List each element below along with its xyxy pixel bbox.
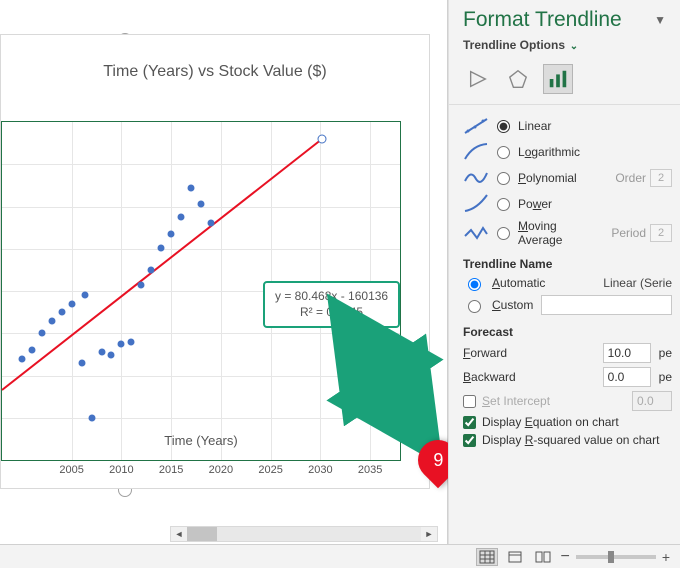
poly-order-input: 2 xyxy=(650,169,672,187)
view-page-layout-icon[interactable] xyxy=(504,548,526,566)
view-normal-icon[interactable] xyxy=(476,548,498,566)
x-tick: 2010 xyxy=(109,464,133,476)
format-trendline-pane: Format Trendline ▼ Trendline Options ⌄ L… xyxy=(448,0,680,568)
display-r-squared-checkbox[interactable]: Display R-squared value on chart xyxy=(463,433,672,447)
pane-dropdown-icon[interactable]: ▼ xyxy=(654,13,666,27)
zoom-in-button[interactable]: + xyxy=(662,549,670,565)
x-tick: 2015 xyxy=(159,464,183,476)
custom-name-input[interactable] xyxy=(541,295,672,315)
trend-type-moving-average[interactable]: MovingAverage Period2 xyxy=(463,219,672,247)
x-tick: 2035 xyxy=(358,464,382,476)
pane-subtitle[interactable]: Trendline Options ⌄ xyxy=(449,36,680,60)
effects-tab-icon[interactable] xyxy=(503,64,533,94)
view-page-break-icon[interactable] xyxy=(532,548,554,566)
chart-object[interactable]: Time (Years) vs Stock Value ($) xyxy=(0,34,430,489)
trend-type-polynomial[interactable]: Polynomial Order2 xyxy=(463,167,672,189)
status-bar: − + xyxy=(0,544,680,568)
forecast-heading: Forecast xyxy=(463,325,672,339)
scroll-left-icon[interactable]: ◄ xyxy=(171,527,187,541)
x-tick: 2020 xyxy=(209,464,233,476)
zoom-slider[interactable] xyxy=(576,555,656,559)
pane-title: Format Trendline xyxy=(463,8,622,32)
chart-title[interactable]: Time (Years) vs Stock Value ($) xyxy=(1,63,429,81)
forecast-forward-input[interactable]: 10.0 xyxy=(603,343,651,363)
trend-type-linear[interactable]: Linear xyxy=(463,115,672,137)
zoom-out-button[interactable]: − xyxy=(560,548,569,566)
worksheet-area: Time (Years) vs Stock Value ($) xyxy=(0,0,448,568)
trendline-options-tab-icon[interactable] xyxy=(543,64,573,94)
trend-type-logarithmic[interactable]: Logarithmic xyxy=(463,141,672,163)
scroll-right-icon[interactable]: ► xyxy=(421,527,437,541)
set-intercept-row[interactable]: Set Intercept 0.0 xyxy=(463,391,672,411)
display-equation-checkbox[interactable]: Display Equation on chart xyxy=(463,415,672,429)
fill-line-tab-icon[interactable] xyxy=(463,64,493,94)
mavg-period-input: 2 xyxy=(650,224,672,242)
trendline-name-automatic[interactable]: Automatic Linear (Serie xyxy=(463,275,672,291)
x-tick: 2025 xyxy=(258,464,282,476)
trendline-equation-label[interactable]: y = 80.468x - 160136 R² = 0.6945 xyxy=(263,281,400,328)
x-axis-title[interactable]: Time (Years) xyxy=(1,433,401,448)
trendline-name-custom[interactable]: Custom xyxy=(463,295,672,315)
set-intercept-input: 0.0 xyxy=(632,391,672,411)
x-tick: 2005 xyxy=(59,464,83,476)
sheet-horizontal-scrollbar[interactable]: ◄ ► xyxy=(170,526,438,542)
forecast-backward-input[interactable]: 0.0 xyxy=(603,367,651,387)
trend-type-power[interactable]: Power xyxy=(463,193,672,215)
x-tick: 2030 xyxy=(308,464,332,476)
trendline-name-heading: Trendline Name xyxy=(463,257,672,271)
